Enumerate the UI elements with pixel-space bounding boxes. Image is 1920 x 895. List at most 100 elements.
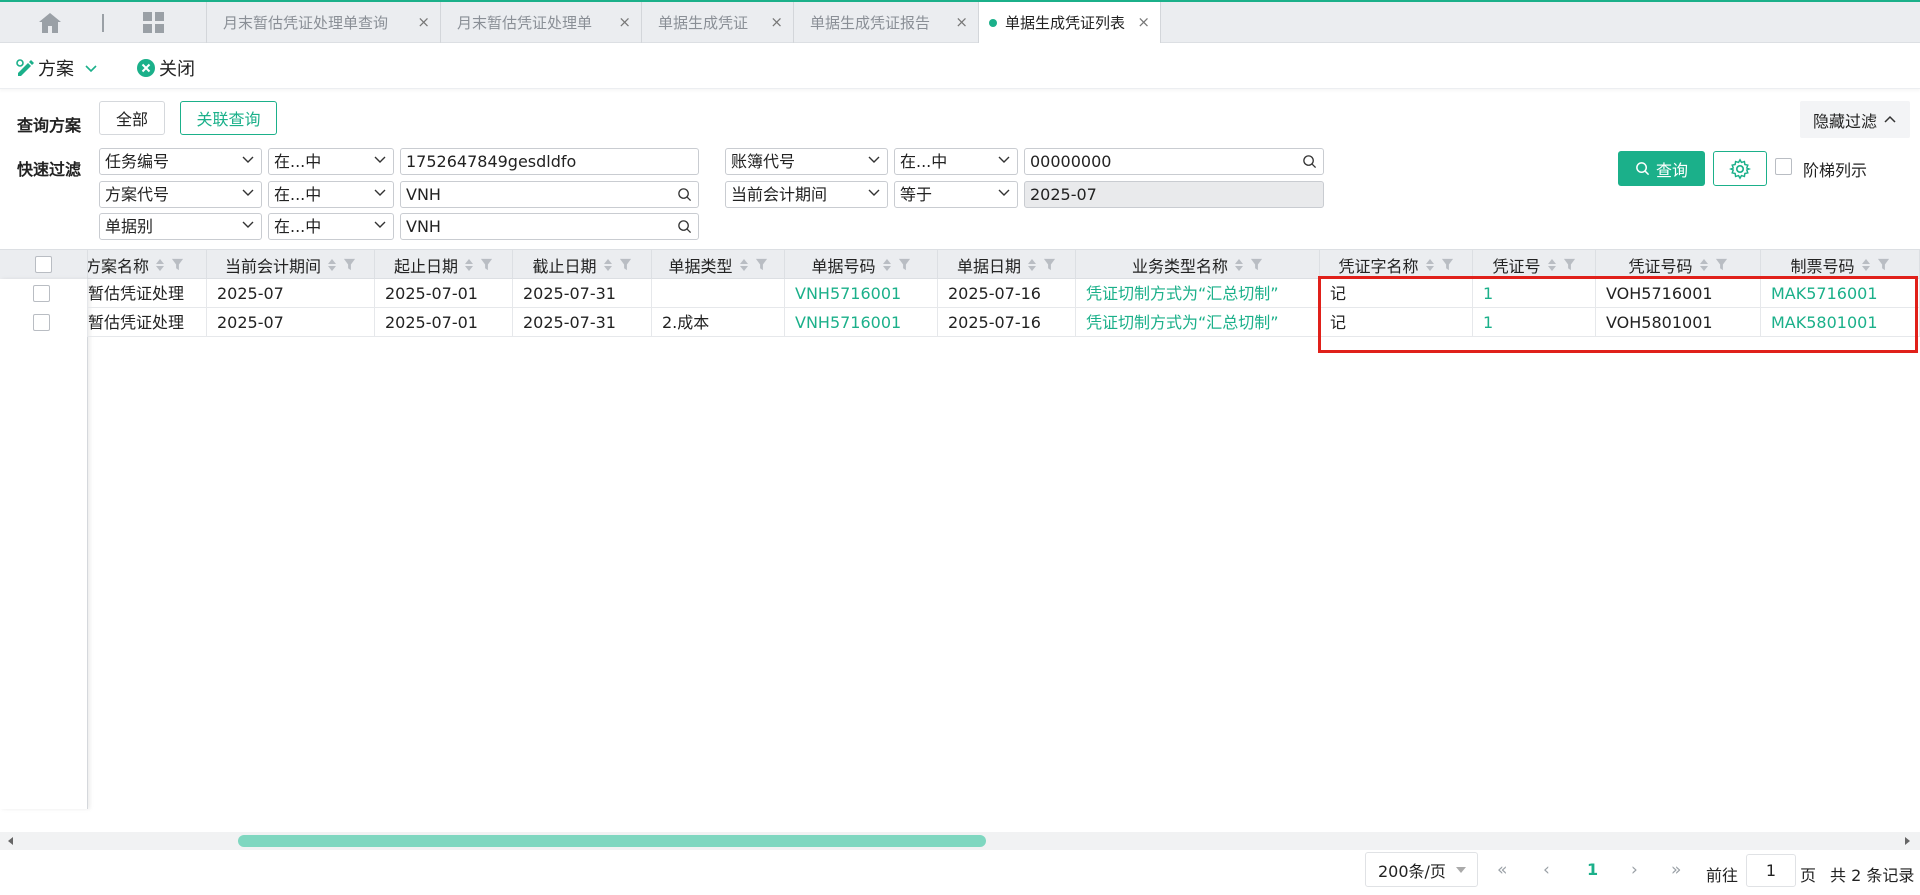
scroll-left-icon[interactable] (6, 836, 16, 846)
filter-value-input[interactable]: 00000000 (1024, 148, 1324, 175)
col-period-cell: 2025-07 (207, 279, 375, 308)
filter-value-input[interactable]: VNH (400, 213, 699, 240)
col-end-date-header[interactable]: 截止日期 (513, 250, 652, 279)
next-page-icon[interactable]: › (1631, 860, 1638, 880)
col-biz-type-header[interactable]: 业务类型名称 (1076, 250, 1320, 279)
filter-op-select[interactable]: 在...中 (268, 181, 394, 208)
filter-icon[interactable] (343, 258, 356, 271)
close-button[interactable]: 关闭 (136, 55, 195, 81)
column-title: 单据类型 (668, 256, 733, 276)
col-doc-number-header[interactable]: 单据号码 (785, 250, 938, 279)
close-icon[interactable]: × (955, 13, 968, 31)
sort-icon[interactable] (1699, 257, 1709, 273)
sort-icon[interactable] (739, 257, 749, 273)
last-page-icon[interactable]: » (1671, 860, 1681, 880)
query-button[interactable]: 查询 (1618, 151, 1705, 186)
sort-icon[interactable] (155, 257, 165, 273)
filter-field-select[interactable]: 任务编号 (99, 148, 262, 175)
col-start-date-header[interactable]: 起止日期 (375, 250, 513, 279)
filter-icon[interactable] (1715, 258, 1728, 271)
col-period-header[interactable]: 当前会计期间 (207, 250, 375, 279)
col-doc-type-header[interactable]: 单据类型 (652, 250, 785, 279)
current-page[interactable]: 1 (1587, 860, 1598, 879)
tiered-checkbox[interactable] (1775, 158, 1792, 175)
scrollbar-thumb[interactable] (238, 835, 986, 847)
filter-field-select[interactable]: 账簿代号 (725, 148, 888, 175)
sort-icon[interactable] (1234, 257, 1244, 273)
hide-filter-button[interactable]: 隐藏过滤 (1800, 101, 1910, 138)
filter-icon[interactable] (1877, 258, 1890, 271)
filter-icon[interactable] (1441, 258, 1454, 271)
filter-value-input[interactable]: VNH (400, 181, 699, 208)
sort-icon[interactable] (1547, 257, 1557, 273)
sort-icon[interactable] (327, 257, 337, 273)
related-query-button[interactable]: 关联查询 (180, 101, 277, 135)
scheme-button[interactable]: 方案 (15, 55, 98, 81)
horizontal-scrollbar[interactable] (0, 832, 1920, 850)
tab-voucher-list[interactable]: 单据生成凭证列表 × (978, 2, 1161, 43)
sort-icon[interactable] (1425, 257, 1435, 273)
search-icon[interactable] (677, 187, 692, 202)
tab-separator (102, 14, 104, 32)
filter-icon[interactable] (1250, 258, 1263, 271)
col-doc-date-header[interactable]: 单据日期 (938, 250, 1076, 279)
filter-icon[interactable] (171, 258, 184, 271)
col-ticket-no-header[interactable]: 制票号码 (1761, 250, 1920, 279)
filter-op-select[interactable]: 在...中 (268, 213, 394, 240)
first-page-icon[interactable]: « (1497, 860, 1507, 880)
close-icon[interactable]: × (417, 13, 430, 31)
col-biz-type-cell[interactable]: 凭证切制方式为“汇总切制” (1076, 308, 1320, 337)
filter-value-input[interactable]: 1752647849gesdldfo (400, 148, 699, 175)
quick-filter-label: 快速过滤 (17, 160, 82, 179)
filter-icon[interactable] (480, 258, 493, 271)
row-checkbox[interactable] (33, 314, 50, 331)
search-icon[interactable] (677, 219, 692, 234)
col-voucher-code-header[interactable]: 凭证号码 (1596, 250, 1761, 279)
filter-field-select[interactable]: 当前会计期间 (725, 181, 888, 208)
row-checkbox[interactable] (33, 285, 50, 302)
col-voucher-no-header[interactable]: 凭证号 (1473, 250, 1596, 279)
page-size-select[interactable]: 200条/页 (1365, 852, 1478, 887)
sort-icon[interactable] (603, 257, 613, 273)
sort-icon[interactable] (1027, 257, 1037, 273)
column-title: 凭证号码 (1628, 256, 1693, 276)
filter-icon[interactable] (898, 258, 911, 271)
filter-field-select[interactable]: 方案代号 (99, 181, 262, 208)
col-doc-number-cell[interactable]: VNH5716001 (785, 279, 938, 308)
tab-bar: 月末暂估凭证处理单查询 × 月末暂估凭证处理单 × 单据生成凭证 × 单据生成凭… (0, 2, 1920, 43)
sort-icon[interactable] (882, 257, 892, 273)
select-all-checkbox[interactable] (35, 256, 52, 273)
goto-label: 前往 (1706, 866, 1739, 885)
col-biz-type-cell[interactable]: 凭证切制方式为“汇总切制” (1076, 279, 1320, 308)
col-scheme-name-header[interactable]: 方案名称 (72, 250, 207, 279)
settings-button[interactable] (1713, 151, 1767, 186)
col-voucher-word-header[interactable]: 凭证字名称 (1320, 250, 1473, 279)
filter-icon[interactable] (1043, 258, 1056, 271)
filter-icon[interactable] (1563, 258, 1576, 271)
filter-op-select[interactable]: 在...中 (894, 148, 1018, 175)
sort-icon[interactable] (464, 257, 474, 273)
apps-grid-icon[interactable] (142, 11, 166, 35)
sort-icon[interactable] (1861, 257, 1871, 273)
goto-page-input[interactable]: 1 (1746, 854, 1796, 887)
home-icon[interactable] (38, 12, 62, 34)
all-button[interactable]: 全部 (99, 101, 165, 135)
filter-icon[interactable] (755, 258, 768, 271)
scroll-right-icon[interactable] (1902, 836, 1912, 846)
filter-op-select[interactable]: 在...中 (268, 148, 394, 175)
tab-month-end-query[interactable]: 月末暂估凭证处理单查询 × (206, 2, 440, 43)
close-icon[interactable]: × (618, 13, 631, 31)
filter-field-select[interactable]: 单据别 (99, 213, 262, 240)
filter-icon[interactable] (619, 258, 632, 271)
col-doc-number-cell[interactable]: VNH5716001 (785, 308, 938, 337)
toolbar: 方案 关闭 (0, 43, 1920, 89)
column-title: 起止日期 (393, 256, 458, 276)
tab-doc-generate-voucher[interactable]: 单据生成凭证 × (641, 2, 793, 43)
prev-page-icon[interactable]: ‹ (1543, 860, 1550, 880)
close-icon[interactable]: × (770, 13, 783, 31)
search-icon[interactable] (1302, 154, 1317, 169)
filter-op-select[interactable]: 等于 (894, 181, 1018, 208)
tab-month-end-doc[interactable]: 月末暂估凭证处理单 × (440, 2, 641, 43)
close-icon[interactable]: × (1137, 13, 1150, 31)
tab-voucher-report[interactable]: 单据生成凭证报告 × (793, 2, 978, 43)
